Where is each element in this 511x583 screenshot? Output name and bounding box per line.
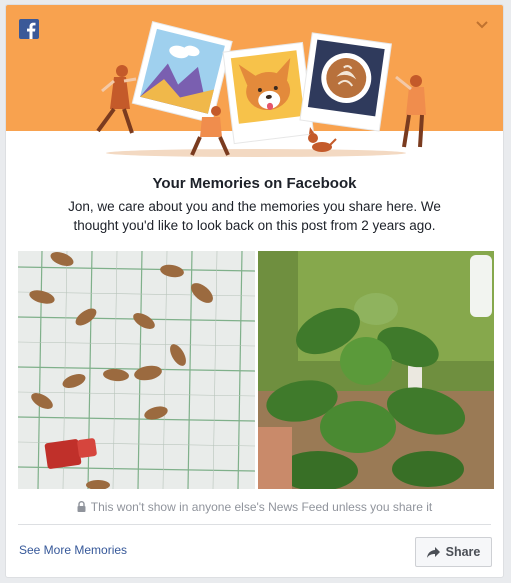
footer-divider	[18, 524, 491, 525]
privacy-notice: This won't show in anyone else's News Fe…	[6, 500, 503, 514]
privacy-text: This won't show in anyone else's News Fe…	[90, 500, 433, 514]
memories-banner	[6, 5, 503, 158]
facebook-icon	[19, 19, 39, 39]
share-arrow-icon	[426, 546, 440, 558]
memory-card: Your Memories on Facebook Jon, we care a…	[5, 4, 504, 578]
memory-title: Your Memories on Facebook	[152, 175, 357, 192]
share-label: Share	[445, 545, 481, 559]
memory-photo-moths[interactable]	[18, 251, 255, 489]
see-more-memories-link[interactable]: See More Memories	[19, 543, 127, 557]
memory-photo-plant[interactable]	[258, 251, 494, 489]
memory-message: Jon, we care about you and the memories …	[68, 199, 441, 233]
share-button[interactable]: Share	[415, 537, 492, 567]
lock-icon	[77, 501, 86, 512]
chevron-down-icon[interactable]	[475, 19, 489, 29]
banner-illustration	[96, 20, 426, 157]
